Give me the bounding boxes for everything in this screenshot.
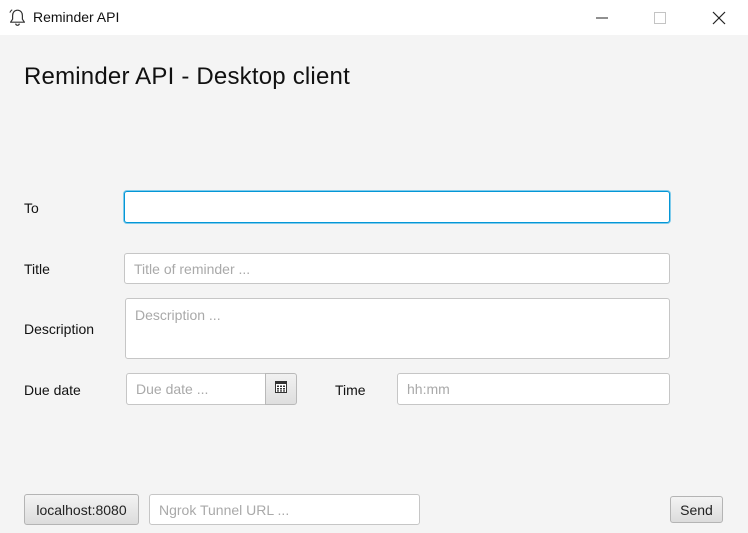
send-button[interactable]: Send [670,496,723,523]
window-titlebar: Reminder API [0,0,748,35]
ngrok-url-input[interactable] [149,494,420,525]
page-title: Reminder API - Desktop client [24,63,350,90]
to-label: To [24,200,39,216]
localhost-button[interactable]: localhost:8080 [24,494,139,525]
title-input[interactable] [124,253,670,284]
time-label: Time [335,382,366,398]
due-date-input[interactable] [126,373,266,405]
close-icon [712,11,726,25]
title-label: Title [24,261,50,277]
description-textarea[interactable] [125,298,670,359]
minimize-button[interactable] [573,0,631,35]
minimize-icon [596,12,608,24]
to-input[interactable] [124,191,670,223]
window-title: Reminder API [33,9,120,25]
bell-icon [8,8,27,27]
time-input[interactable] [397,373,670,405]
maximize-icon [654,11,666,24]
calendar-icon [275,380,287,398]
due-date-label: Due date [24,382,81,398]
date-picker-button[interactable] [265,373,297,405]
description-label: Description [24,321,95,337]
maximize-button[interactable] [631,0,689,35]
close-button[interactable] [690,0,748,35]
